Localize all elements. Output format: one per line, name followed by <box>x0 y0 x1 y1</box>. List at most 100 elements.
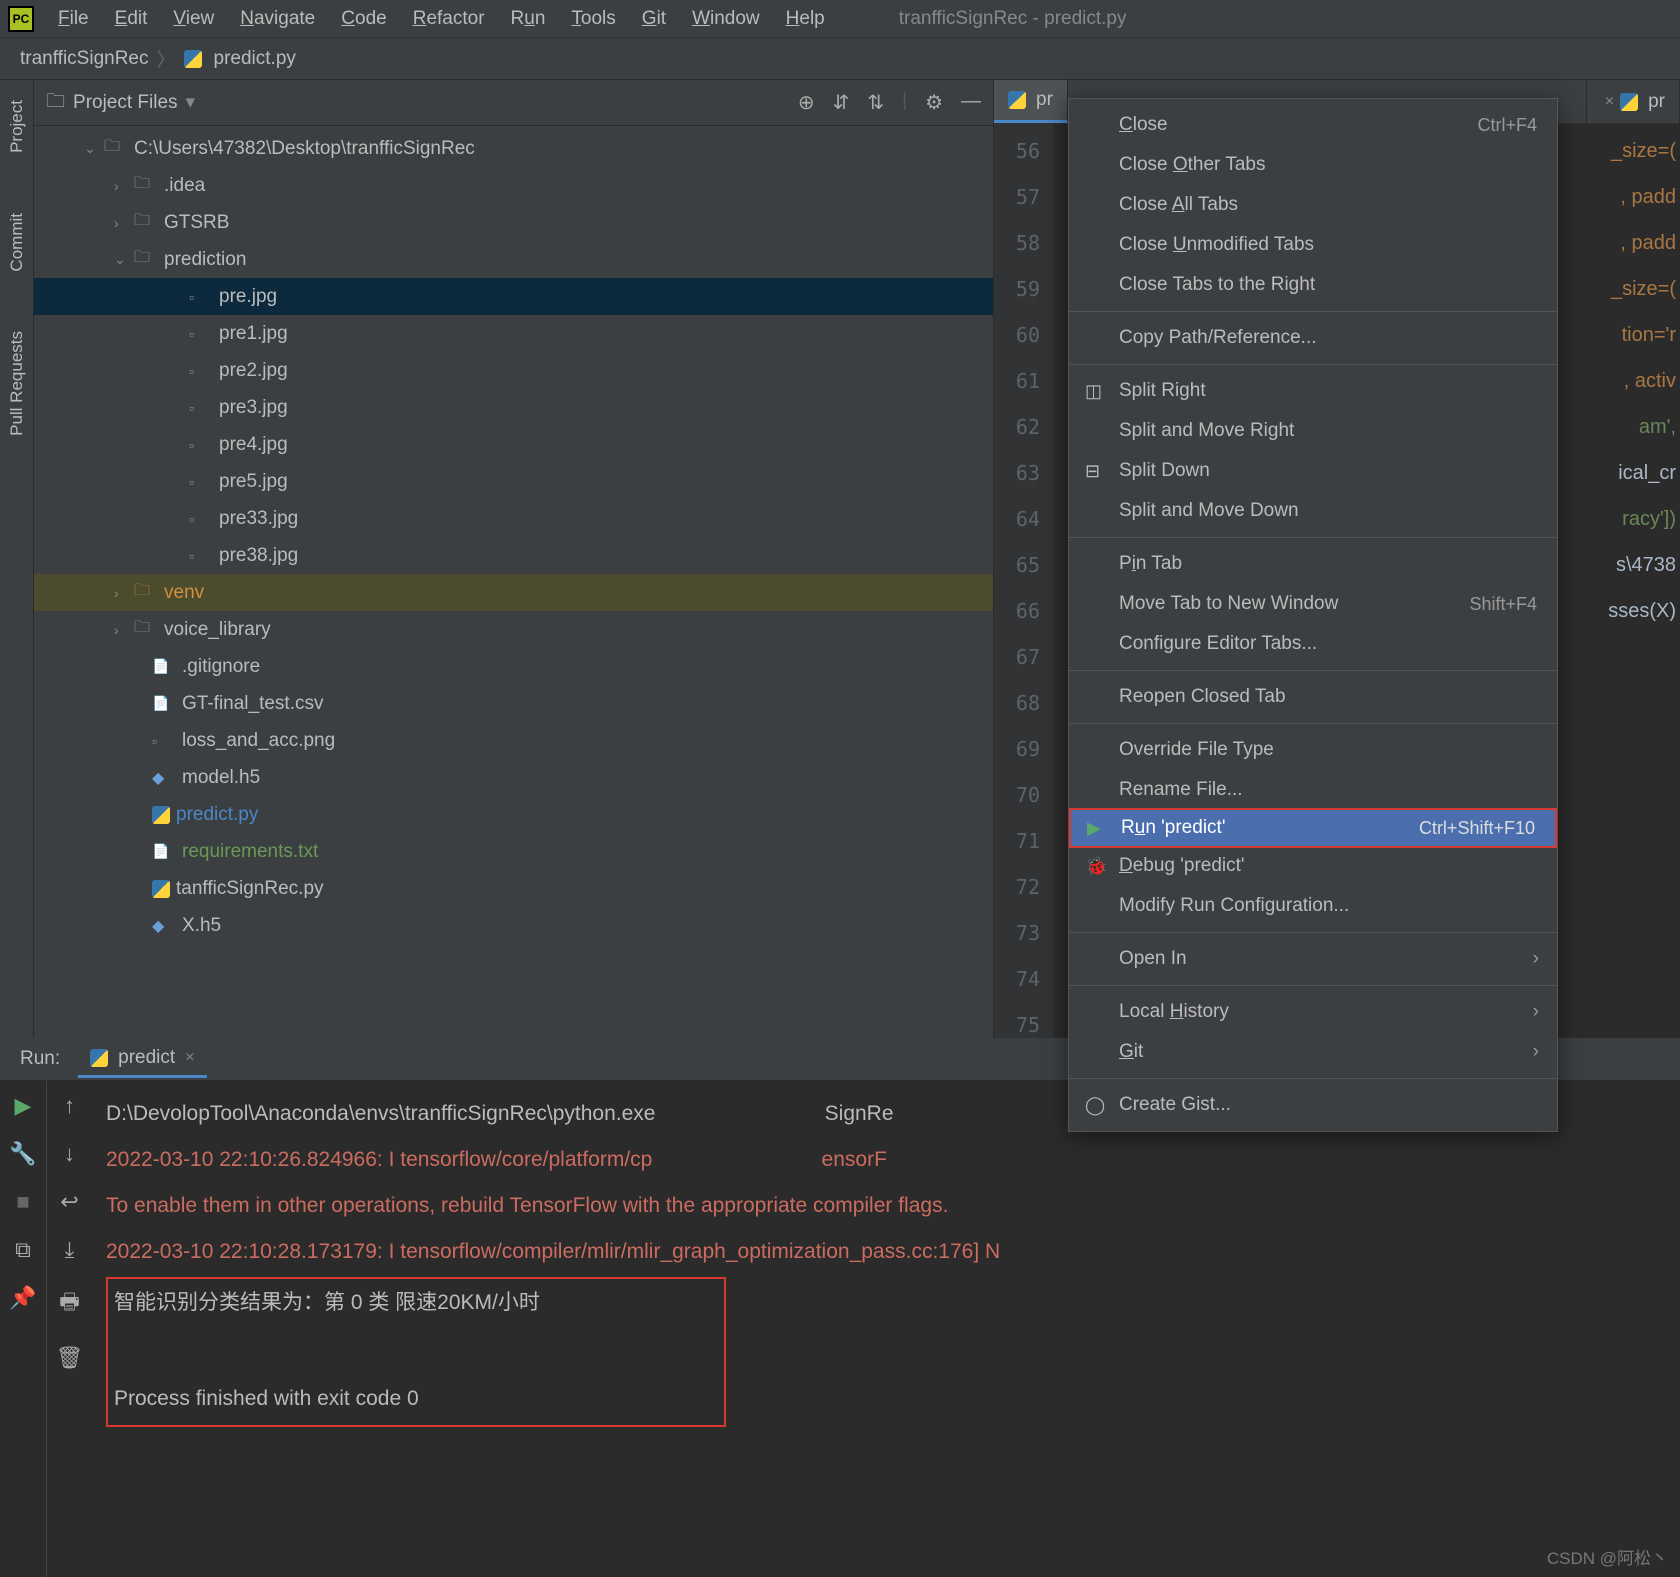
menu-navigate[interactable]: Navigate <box>228 4 327 34</box>
ctx-rename-file-[interactable]: Rename File... <box>1069 770 1557 810</box>
tree-file-pre[interactable]: ▫pre.jpg <box>34 278 993 315</box>
ctx-split-and-move-down[interactable]: Split and Move Down <box>1069 491 1557 531</box>
ctx-close-unmodified-tabs[interactable]: Close Unmodified Tabs <box>1069 225 1557 265</box>
breadcrumb-project[interactable]: tranfficSignRec <box>20 48 149 70</box>
ctx-split-down[interactable]: ⊟Split Down <box>1069 451 1557 491</box>
chevron-right-icon: › <box>1533 1041 1539 1063</box>
ctx-move-tab-to-new-window[interactable]: Move Tab to New WindowShift+F4 <box>1069 584 1557 624</box>
tree-file-csv[interactable]: 📄GT-final_test.csv <box>34 685 993 722</box>
tree-file-pre1[interactable]: ▫pre1.jpg <box>34 315 993 352</box>
python-icon <box>90 1049 108 1067</box>
python-icon <box>152 806 170 824</box>
menu-git[interactable]: Git <box>630 4 678 34</box>
tree-file-pre38[interactable]: ▫pre38.jpg <box>34 537 993 574</box>
menu-refactor[interactable]: Refactor <box>401 4 497 34</box>
menu-code[interactable]: Code <box>329 4 398 34</box>
ctx-configure-editor-tabs-[interactable]: Configure Editor Tabs... <box>1069 624 1557 664</box>
rail-project[interactable]: Project <box>7 90 27 163</box>
tree-file-requirements[interactable]: 📄requirements.txt <box>34 833 993 870</box>
panel-title-text[interactable]: Project Files <box>73 92 178 114</box>
rail-commit[interactable]: Commit <box>7 203 27 282</box>
tree-folder-idea[interactable]: ›🗀.idea <box>34 167 993 204</box>
ctx-git[interactable]: Git› <box>1069 1032 1557 1072</box>
expand-icon[interactable]: ⇵ <box>833 90 850 115</box>
menu-tools[interactable]: Tools <box>559 4 627 34</box>
tree-file-tanffic[interactable]: tanfficSignRec.py <box>34 870 993 907</box>
ctx-override-file-type[interactable]: Override File Type <box>1069 730 1557 770</box>
run-side-toolbar: ↑ ↓ ↩ ⤓ 🖶 🗑 <box>46 1081 92 1577</box>
ctx-local-history[interactable]: Local History› <box>1069 992 1557 1032</box>
pin-icon[interactable]: 📌 <box>9 1285 36 1311</box>
ctx-close-other-tabs[interactable]: Close Other Tabs <box>1069 145 1557 185</box>
ctx-close-tabs-to-the-right[interactable]: Close Tabs to the Right <box>1069 265 1557 305</box>
ctx-split-and-move-right[interactable]: Split and Move Right <box>1069 411 1557 451</box>
bug-icon: 🐞 <box>1085 856 1107 877</box>
tree-file-pre5[interactable]: ▫pre5.jpg <box>34 463 993 500</box>
ctx-pin-tab[interactable]: Pin Tab <box>1069 544 1557 584</box>
editor-tab-1[interactable]: pr <box>994 80 1068 123</box>
trash-icon[interactable]: 🗑 <box>56 1345 84 1371</box>
ctx-run-predict-[interactable]: ▶Run 'predict'Ctrl+Shift+F10 <box>1069 808 1557 848</box>
tree-folder-gtsrb[interactable]: ›🗀GTSRB <box>34 204 993 241</box>
tree-root[interactable]: ⌄🗀 C:\Users\47382\Desktop\tranfficSignRe… <box>34 130 993 167</box>
close-icon[interactable]: × <box>185 1049 194 1067</box>
tree-file-predict[interactable]: predict.py <box>34 796 993 833</box>
app-icon: PC <box>8 6 34 32</box>
ctx-modify-run-configuration-[interactable]: Modify Run Configuration... <box>1069 886 1557 926</box>
close-icon[interactable]: × <box>1605 93 1614 111</box>
run-tab-predict[interactable]: predict × <box>78 1041 206 1078</box>
ctx-split-right[interactable]: ◫Split Right <box>1069 371 1557 411</box>
tree-file-pre3[interactable]: ▫pre3.jpg <box>34 389 993 426</box>
down-icon[interactable]: ↓ <box>64 1141 75 1167</box>
up-icon[interactable]: ↑ <box>64 1093 75 1119</box>
tree-folder-voice[interactable]: ›🗀voice_library <box>34 611 993 648</box>
watermark: CSDN @阿松丶 <box>1547 1544 1668 1569</box>
ctx-close-all-tabs[interactable]: Close All Tabs <box>1069 185 1557 225</box>
menu-view[interactable]: View <box>161 4 226 34</box>
ctx-open-in[interactable]: Open In› <box>1069 939 1557 979</box>
menubar: PC File Edit View Navigate Code Refactor… <box>0 0 1680 38</box>
menu-file[interactable]: File <box>46 4 101 34</box>
rerun-icon[interactable]: ▶ <box>15 1093 32 1119</box>
menu-edit[interactable]: Edit <box>103 4 160 34</box>
tree-file-pre33[interactable]: ▫pre33.jpg <box>34 500 993 537</box>
wrap-icon[interactable]: ↩ <box>60 1189 78 1215</box>
tree-file-model[interactable]: ◆model.h5 <box>34 759 993 796</box>
python-icon <box>1008 91 1026 109</box>
wrench-icon[interactable]: 🔧 <box>9 1141 36 1167</box>
tree-file-pre2[interactable]: ▫pre2.jpg <box>34 352 993 389</box>
split-down-icon: ⊟ <box>1085 461 1100 482</box>
scroll-icon[interactable]: ⤓ <box>65 1237 75 1263</box>
tree-file-pre4[interactable]: ▫pre4.jpg <box>34 426 993 463</box>
tree-file-xh5[interactable]: ◆X.h5 <box>34 907 993 944</box>
print-icon[interactable]: 🖶 <box>59 1285 80 1323</box>
target-icon[interactable]: ⊕ <box>798 90 815 115</box>
console-output[interactable]: D:\DevolopTool\Anaconda\envs\tranfficSig… <box>92 1081 1680 1577</box>
ctx-copy-path-reference-[interactable]: Copy Path/Reference... <box>1069 318 1557 358</box>
tree-folder-prediction[interactable]: ⌄🗀prediction <box>34 241 993 278</box>
ctx-reopen-closed-tab[interactable]: Reopen Closed Tab <box>1069 677 1557 717</box>
dropdown-icon[interactable]: ▾ <box>186 91 196 114</box>
editor-tab-2[interactable]: × pr <box>1586 80 1680 123</box>
python-icon <box>184 50 202 68</box>
menu-help[interactable]: Help <box>774 4 837 34</box>
run-left-toolbar: ▶ 🔧 ■ ⧉ 📌 <box>0 1081 46 1577</box>
image-icon: ▫ <box>189 289 213 305</box>
ctx-create-gist-[interactable]: ◯Create Gist... <box>1069 1085 1557 1125</box>
folder-icon: 🗀 <box>46 87 65 119</box>
tree-file-gitignore[interactable]: 📄.gitignore <box>34 648 993 685</box>
ctx-close[interactable]: CloseCtrl+F4 <box>1069 105 1557 145</box>
menu-run[interactable]: Run <box>499 4 558 34</box>
menu-window[interactable]: Window <box>680 4 772 34</box>
ctx-debug-predict-[interactable]: 🐞Debug 'predict' <box>1069 846 1557 886</box>
stop-icon[interactable]: ■ <box>16 1189 29 1215</box>
tree-folder-venv[interactable]: ›🗀venv <box>34 574 993 611</box>
hide-icon[interactable]: — <box>961 90 981 115</box>
chevron-right-icon: › <box>1533 948 1539 970</box>
tree-file-png[interactable]: ▫loss_and_acc.png <box>34 722 993 759</box>
layout-icon[interactable]: ⧉ <box>15 1237 31 1263</box>
settings-icon[interactable]: ⚙ <box>925 90 943 115</box>
breadcrumb-file[interactable]: predict.py <box>214 48 296 70</box>
rail-pull-requests[interactable]: Pull Requests <box>7 321 27 446</box>
collapse-icon[interactable]: ⇅ <box>867 90 884 115</box>
